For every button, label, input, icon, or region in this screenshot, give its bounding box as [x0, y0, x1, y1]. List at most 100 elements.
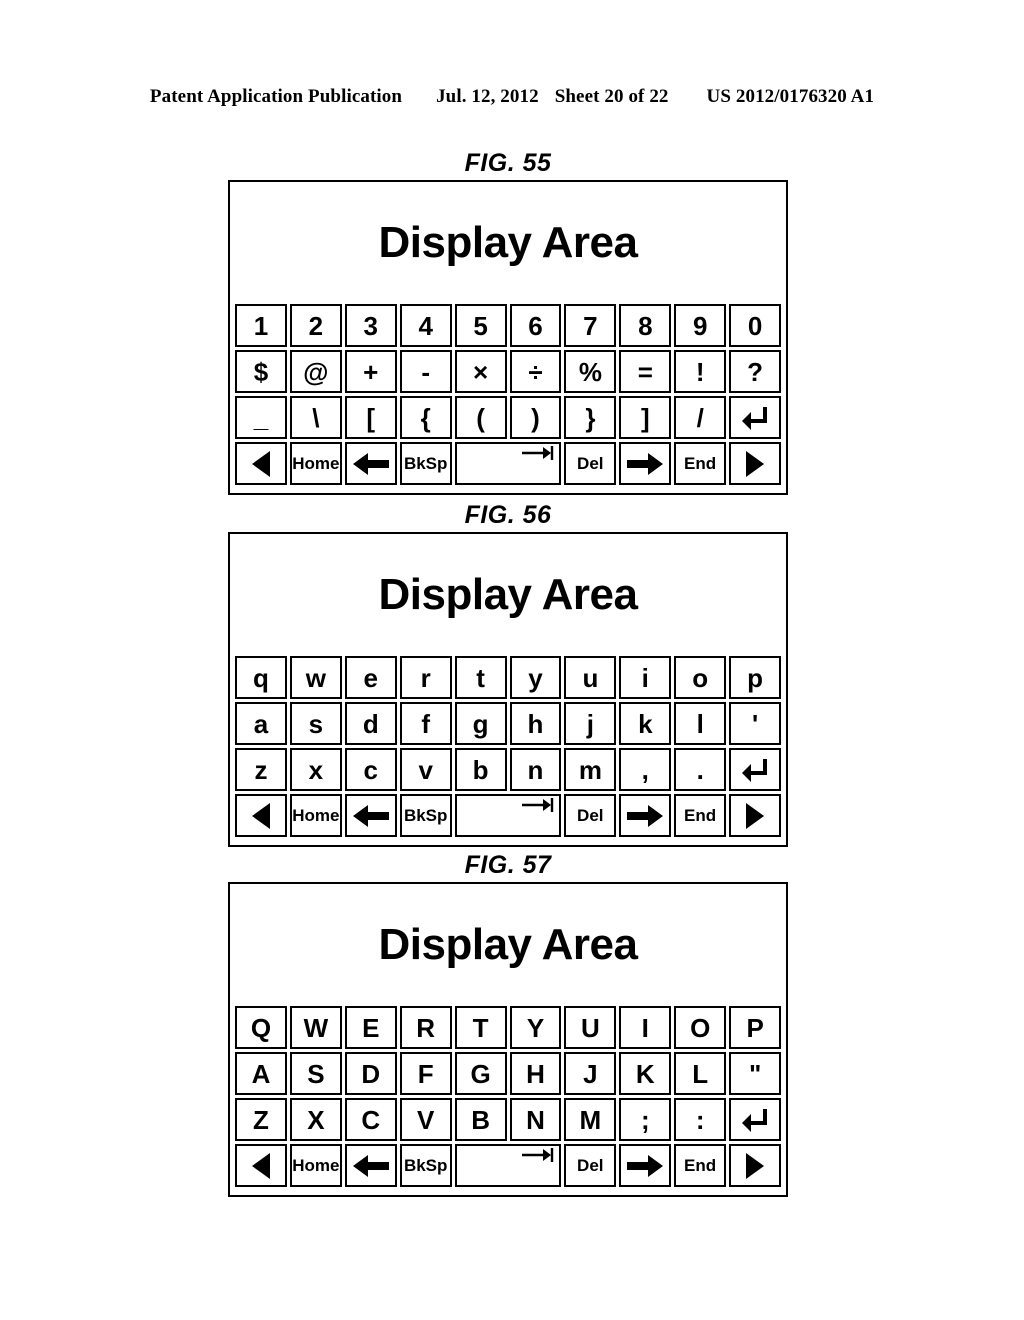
key-home[interactable]: Home — [289, 1144, 342, 1187]
key-a-upper[interactable]: A — [235, 1052, 287, 1095]
key-t-upper[interactable]: T — [454, 1006, 507, 1049]
key-v-upper[interactable]: V — [399, 1098, 452, 1141]
key-q-upper[interactable]: Q — [235, 1006, 287, 1049]
key-colon[interactable]: : — [674, 1098, 727, 1141]
key-h[interactable]: h — [509, 702, 562, 745]
key-plus[interactable]: + — [344, 350, 397, 393]
key-paren-left[interactable]: ( — [454, 396, 507, 439]
key-m[interactable]: m — [564, 748, 617, 791]
key-quote[interactable]: " — [729, 1052, 782, 1095]
key-e[interactable]: e — [344, 656, 397, 699]
key-v[interactable]: v — [399, 748, 452, 791]
key-backspace[interactable]: BkSp — [399, 794, 452, 837]
key-exclamation[interactable]: ! — [674, 350, 727, 393]
key-right-arrow[interactable] — [619, 1144, 672, 1187]
key-n[interactable]: n — [509, 748, 562, 791]
key-enter[interactable] — [729, 748, 782, 791]
key-right-arrow[interactable] — [619, 442, 672, 485]
key-f[interactable]: f — [399, 702, 452, 745]
key-cursor-left[interactable] — [235, 794, 287, 837]
key-equals[interactable]: = — [619, 350, 672, 393]
key-r[interactable]: r — [399, 656, 452, 699]
key-e-upper[interactable]: E — [344, 1006, 397, 1049]
key-c[interactable]: c — [344, 748, 397, 791]
key-delete[interactable]: Del — [564, 794, 617, 837]
key-delete[interactable]: Del — [564, 1144, 617, 1187]
key-t[interactable]: t — [454, 656, 507, 699]
key-space-tab[interactable] — [454, 1144, 562, 1187]
key-x[interactable]: x — [289, 748, 342, 791]
key-6[interactable]: 6 — [509, 304, 562, 347]
key-apostrophe[interactable]: ' — [729, 702, 782, 745]
key-0[interactable]: 0 — [729, 304, 782, 347]
key-9[interactable]: 9 — [674, 304, 727, 347]
key-z[interactable]: z — [235, 748, 287, 791]
key-f-upper[interactable]: F — [399, 1052, 452, 1095]
key-s-upper[interactable]: S — [289, 1052, 342, 1095]
key-i-upper[interactable]: I — [619, 1006, 672, 1049]
key-s[interactable]: s — [289, 702, 342, 745]
key-bracket-right[interactable]: ] — [619, 396, 672, 439]
key-w[interactable]: w — [289, 656, 342, 699]
key-b-upper[interactable]: B — [454, 1098, 507, 1141]
key-k[interactable]: k — [619, 702, 672, 745]
key-cursor-right[interactable] — [729, 442, 781, 485]
key-period[interactable]: . — [674, 748, 727, 791]
key-enter[interactable] — [729, 1098, 782, 1141]
key-o-upper[interactable]: O — [674, 1006, 727, 1049]
key-left-arrow[interactable] — [344, 1144, 397, 1187]
key-percent[interactable]: % — [564, 350, 617, 393]
key-a[interactable]: a — [235, 702, 287, 745]
key-backspace[interactable]: BkSp — [399, 1144, 452, 1187]
key-bracket-left[interactable]: [ — [344, 396, 397, 439]
key-p-upper[interactable]: P — [729, 1006, 782, 1049]
key-slash[interactable]: / — [674, 396, 727, 439]
key-g[interactable]: g — [454, 702, 507, 745]
key-n-upper[interactable]: N — [509, 1098, 562, 1141]
key-4[interactable]: 4 — [399, 304, 452, 347]
key-backslash[interactable]: \ — [289, 396, 342, 439]
key-end[interactable]: End — [674, 1144, 727, 1187]
key-7[interactable]: 7 — [564, 304, 617, 347]
key-j-upper[interactable]: J — [564, 1052, 617, 1095]
key-u-upper[interactable]: U — [564, 1006, 617, 1049]
key-semicolon[interactable]: ; — [619, 1098, 672, 1141]
key-space-tab[interactable] — [454, 794, 562, 837]
key-cursor-right[interactable] — [729, 794, 781, 837]
key-y[interactable]: y — [509, 656, 562, 699]
key-w-upper[interactable]: W — [289, 1006, 342, 1049]
key-d-upper[interactable]: D — [344, 1052, 397, 1095]
key-h-upper[interactable]: H — [509, 1052, 562, 1095]
key-brace-right[interactable]: } — [564, 396, 617, 439]
key-backspace[interactable]: BkSp — [399, 442, 452, 485]
key-cursor-right[interactable] — [729, 1144, 781, 1187]
key-d[interactable]: d — [344, 702, 397, 745]
key-divide[interactable]: ÷ — [509, 350, 562, 393]
key-dollar[interactable]: $ — [235, 350, 287, 393]
key-k-upper[interactable]: K — [619, 1052, 672, 1095]
key-2[interactable]: 2 — [289, 304, 342, 347]
key-delete[interactable]: Del — [564, 442, 617, 485]
key-i[interactable]: i — [619, 656, 672, 699]
key-y-upper[interactable]: Y — [509, 1006, 562, 1049]
key-u[interactable]: u — [564, 656, 617, 699]
key-l[interactable]: l — [674, 702, 727, 745]
key-cursor-left[interactable] — [235, 1144, 287, 1187]
key-space-tab[interactable] — [454, 442, 562, 485]
key-at[interactable]: @ — [289, 350, 342, 393]
key-g-upper[interactable]: G — [454, 1052, 507, 1095]
key-end[interactable]: End — [674, 794, 727, 837]
key-r-upper[interactable]: R — [399, 1006, 452, 1049]
key-left-arrow[interactable] — [344, 442, 397, 485]
key-right-arrow[interactable] — [619, 794, 672, 837]
key-cursor-left[interactable] — [235, 442, 287, 485]
key-l-upper[interactable]: L — [674, 1052, 727, 1095]
key-8[interactable]: 8 — [619, 304, 672, 347]
key-c-upper[interactable]: C — [344, 1098, 397, 1141]
key-1[interactable]: 1 — [235, 304, 287, 347]
key-underscore[interactable]: _ — [235, 396, 287, 439]
key-b[interactable]: b — [454, 748, 507, 791]
key-question[interactable]: ? — [729, 350, 782, 393]
key-5[interactable]: 5 — [454, 304, 507, 347]
key-3[interactable]: 3 — [344, 304, 397, 347]
